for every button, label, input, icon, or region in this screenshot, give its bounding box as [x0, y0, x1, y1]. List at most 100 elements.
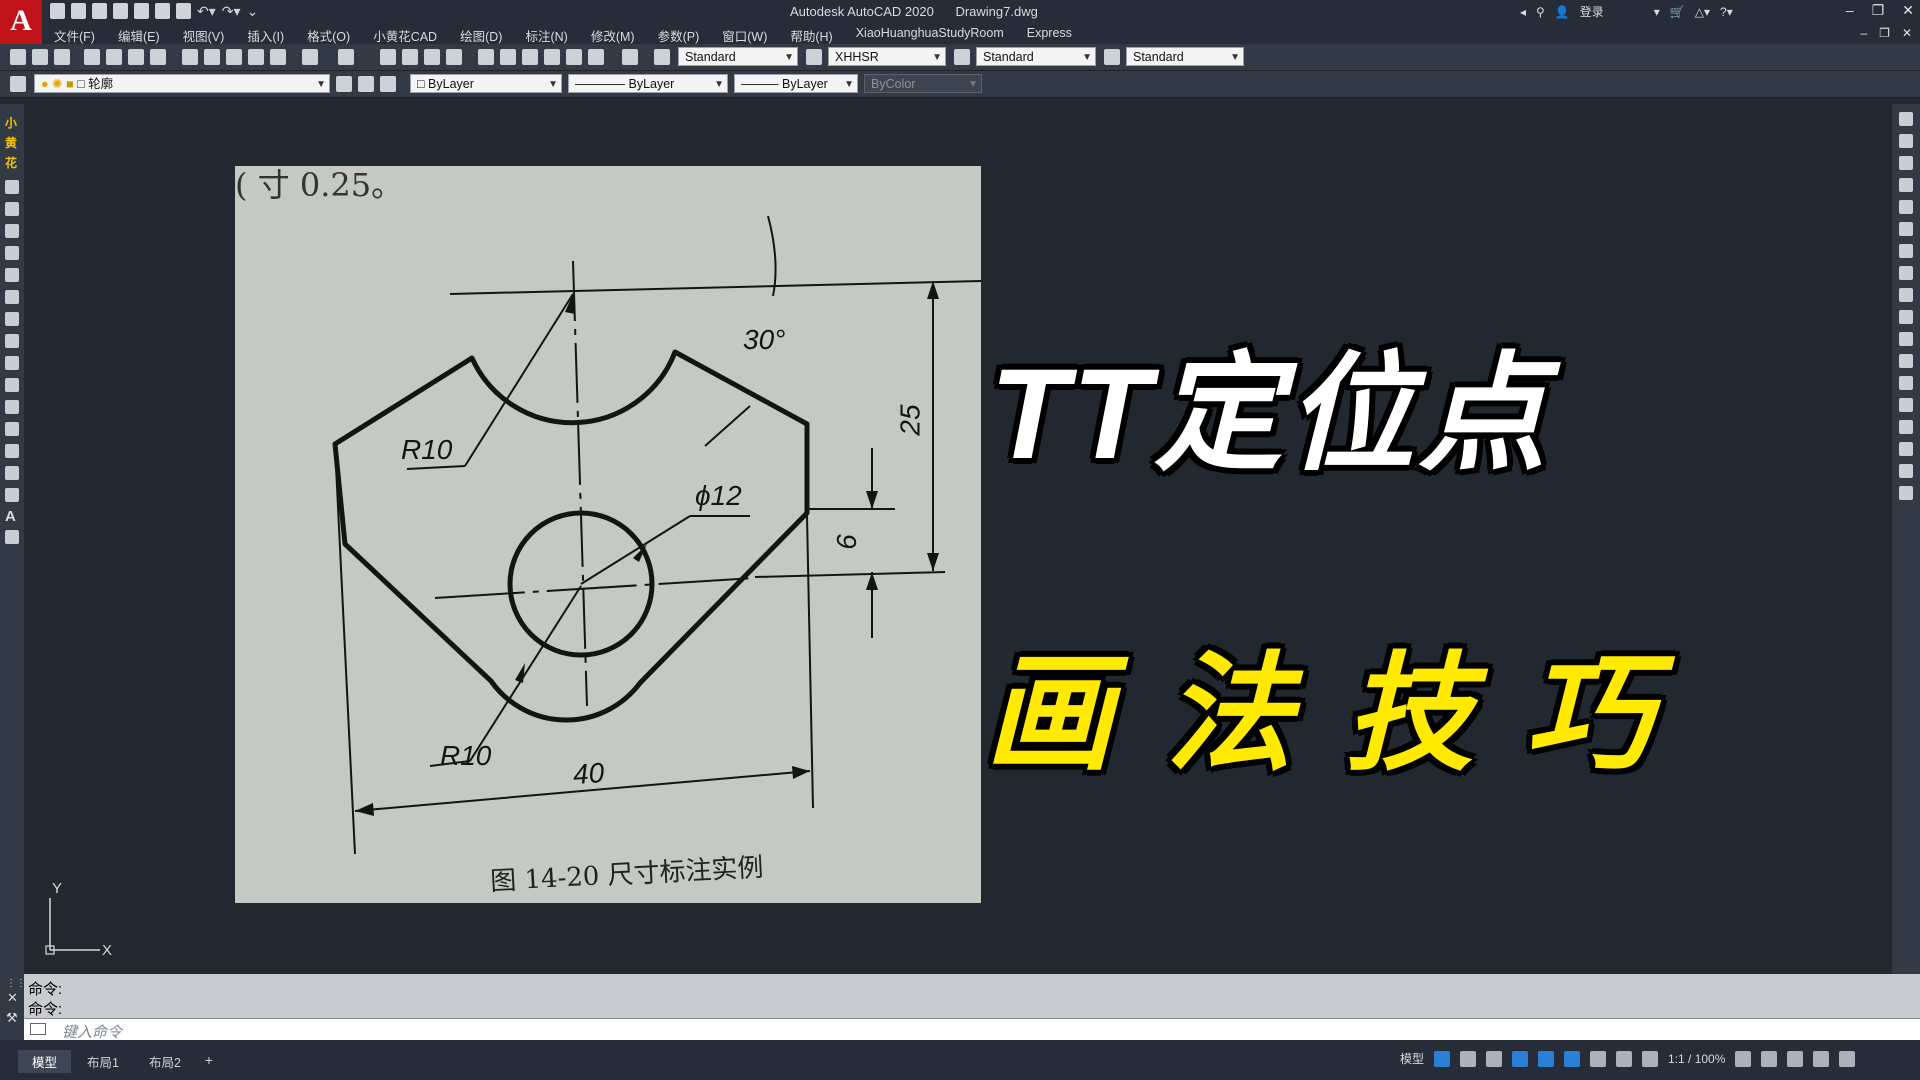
array-icon[interactable] — [1899, 200, 1913, 214]
polar-icon[interactable] — [1512, 1050, 1529, 1067]
revision-cloud-icon[interactable] — [5, 268, 19, 282]
layer-state-icon[interactable] — [380, 76, 396, 92]
chamfer-icon[interactable] — [1899, 420, 1913, 434]
ellipse-arc-icon[interactable] — [5, 334, 19, 348]
grip-icon[interactable]: ⋮⋮ — [6, 978, 26, 989]
save-icon[interactable] — [92, 3, 107, 19]
text-style-icon[interactable] — [654, 49, 670, 65]
menu-format[interactable]: 格式(O) — [307, 26, 350, 45]
scale-icon[interactable] — [1899, 266, 1913, 280]
plot-icon[interactable] — [84, 49, 100, 65]
dropdown-icon[interactable]: ▾ — [1654, 5, 1660, 19]
model-space-button[interactable]: 模型 — [1400, 1050, 1424, 1067]
chevron-left-icon[interactable]: ◂ — [1520, 5, 1526, 19]
copy-icon[interactable] — [204, 49, 220, 65]
explode-icon[interactable] — [1899, 486, 1913, 500]
linetype-select[interactable]: ———— ByLayer ▼ — [568, 74, 728, 93]
rotate-icon[interactable] — [1899, 244, 1913, 258]
save-icon[interactable] — [54, 49, 70, 65]
dim-style-icon[interactable] — [806, 49, 822, 65]
arc-icon[interactable] — [5, 224, 19, 238]
tab-model[interactable]: 模型 — [18, 1050, 72, 1073]
polygon-icon[interactable] — [5, 180, 19, 194]
block-editor-icon[interactable] — [270, 49, 286, 65]
stretch-icon[interactable] — [1899, 288, 1913, 302]
mirror-icon[interactable] — [1899, 156, 1913, 170]
erase-icon[interactable] — [1899, 112, 1913, 126]
save-as-icon[interactable] — [113, 3, 128, 19]
cart-icon[interactable]: 🛒 — [1670, 5, 1685, 19]
brand-char-2[interactable]: 黄 — [5, 134, 17, 151]
osnap-icon[interactable] — [1538, 1050, 1555, 1067]
command-prompt-icon[interactable] — [30, 1023, 46, 1035]
customize-menu-icon[interactable] — [1839, 1050, 1856, 1067]
join-icon[interactable] — [1899, 398, 1913, 412]
new-icon[interactable] — [10, 49, 26, 65]
spline-icon[interactable] — [5, 290, 19, 304]
snap-icon[interactable] — [1460, 1050, 1477, 1067]
rectangle-icon[interactable] — [5, 202, 19, 216]
plot-icon[interactable] — [155, 3, 170, 19]
undo-icon[interactable] — [302, 49, 318, 65]
offset-icon[interactable] — [1899, 178, 1913, 192]
plot-preview-icon[interactable] — [106, 49, 122, 65]
menu-parametric[interactable]: 参数(P) — [658, 26, 700, 45]
grid-icon[interactable] — [1434, 1050, 1451, 1067]
ortho-icon[interactable] — [1486, 1050, 1503, 1067]
minimize-button[interactable]: – — [1846, 2, 1854, 19]
lineweight-select[interactable]: ——— ByLayer ▼ — [734, 74, 858, 93]
fullscreen-icon[interactable] — [1813, 1050, 1830, 1067]
user-icon[interactable]: 👤 — [1555, 5, 1570, 19]
menu-window[interactable]: 窗口(W) — [722, 26, 767, 45]
doc-close-button[interactable]: ✕ — [1902, 26, 1912, 40]
calculator-icon[interactable] — [588, 49, 604, 65]
help-icon[interactable] — [622, 49, 638, 65]
insert-block-icon[interactable] — [5, 356, 19, 370]
text-style-select[interactable]: Standard ▼ — [678, 47, 798, 66]
new-icon[interactable] — [50, 3, 65, 19]
zoom-realtime-icon[interactable] — [402, 49, 418, 65]
menu-draw[interactable]: 绘图(D) — [460, 26, 502, 45]
doc-restore-button[interactable]: ❐ — [1879, 26, 1890, 40]
make-current-layer-icon[interactable] — [336, 76, 352, 92]
cut-icon[interactable] — [182, 49, 198, 65]
sheet-set-icon[interactable] — [544, 49, 560, 65]
table-icon[interactable] — [5, 488, 19, 502]
command-input[interactable]: 键入命令 — [24, 1018, 1920, 1041]
copy-object-icon[interactable] — [1899, 134, 1913, 148]
color-select[interactable]: □ ByLayer ▼ — [410, 74, 562, 93]
plus-icon[interactable] — [1761, 1050, 1778, 1067]
undo-icon[interactable]: ↶▾ — [197, 3, 216, 21]
pan-icon[interactable] — [380, 49, 396, 65]
brand-char-3[interactable]: 花 — [5, 154, 17, 171]
table-style-select[interactable]: Standard ▼ — [976, 47, 1096, 66]
close-icon[interactable]: ✕ — [7, 990, 18, 1006]
zoom-previous-icon[interactable] — [446, 49, 462, 65]
markup-icon[interactable] — [566, 49, 582, 65]
maximize-button[interactable]: ❐ — [1872, 2, 1885, 19]
menu-file[interactable]: 文件(F) — [54, 26, 95, 45]
fillet-icon[interactable] — [1899, 442, 1913, 456]
open-icon[interactable] — [32, 49, 48, 65]
annotation-scale-icon[interactable] — [1642, 1050, 1659, 1067]
menu-view[interactable]: 视图(V) — [183, 26, 225, 45]
tab-layout1[interactable]: 布局1 — [73, 1050, 133, 1073]
menu-modify[interactable]: 修改(M) — [591, 26, 635, 45]
circle-icon[interactable] — [5, 246, 19, 260]
wrench-icon[interactable]: ⚒ — [6, 1010, 18, 1026]
auto-scale-icon[interactable] — [1616, 1050, 1633, 1067]
paste-icon[interactable] — [226, 49, 242, 65]
login-link[interactable]: 登录 — [1580, 3, 1604, 20]
layer-properties-icon[interactable] — [10, 76, 26, 92]
menu-xhh-cad[interactable]: 小黄花CAD — [373, 26, 437, 45]
trim-icon[interactable] — [1899, 310, 1913, 324]
tool-palettes-icon[interactable] — [522, 49, 538, 65]
add-selected-icon[interactable] — [5, 530, 19, 544]
break-at-point-icon[interactable] — [1899, 354, 1913, 368]
3d-dwf-icon[interactable] — [150, 49, 166, 65]
match-properties-icon[interactable] — [248, 49, 264, 65]
triangle-icon[interactable]: △▾ — [1695, 5, 1710, 19]
gradient-icon[interactable] — [5, 444, 19, 458]
close-button[interactable]: ✕ — [1902, 2, 1914, 19]
break-icon[interactable] — [1899, 376, 1913, 390]
